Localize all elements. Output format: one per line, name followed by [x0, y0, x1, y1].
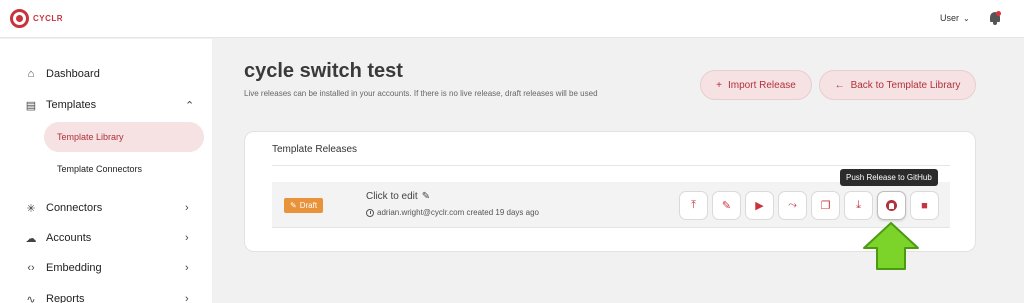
chevron-right-icon: › — [185, 262, 189, 274]
draft-badge-label: Draft — [299, 201, 318, 210]
run-release-button[interactable]: ▶ — [745, 191, 774, 220]
chevron-right-icon: › — [185, 293, 189, 303]
annotation-arrow-icon — [863, 222, 919, 270]
release-meta: adrian.wright@cyclr.com created 19 days … — [366, 208, 539, 217]
download-release-button[interactable]: ⤓ — [844, 191, 873, 220]
play-icon: ▶ — [755, 200, 764, 212]
cyclr-logo-icon — [10, 9, 29, 28]
logo-text: CYCLR — [33, 14, 64, 23]
trash-icon: ■ — [921, 199, 928, 212]
release-author: adrian.wright@cyclr.com created 19 days … — [377, 208, 539, 217]
chevron-right-icon: › — [185, 202, 189, 214]
sidebar-item-label: Templates — [46, 99, 97, 111]
sidebar-item-embedding[interactable]: ‹› Embedding › — [0, 256, 212, 280]
sidebar-item-template-library[interactable]: Template Library — [44, 122, 204, 152]
page-title: cycle switch test — [244, 60, 403, 82]
sidebar-item-label: Embedding — [46, 262, 102, 274]
back-button-label: Back to Template Library — [850, 79, 961, 91]
page-description: Live releases can be installed in your a… — [244, 89, 598, 98]
reports-icon: ∿ — [26, 293, 36, 303]
arrow-left-icon: ← — [834, 79, 845, 91]
release-name: Click to edit — [366, 191, 418, 202]
user-menu[interactable]: User ⌄ — [940, 13, 970, 23]
test-release-button[interactable]: ⤳ — [778, 191, 807, 220]
divider — [272, 165, 950, 166]
clock-icon — [366, 208, 374, 217]
sidebar-item-accounts[interactable]: ☁ Accounts › — [0, 226, 212, 250]
back-to-template-library-button[interactable]: ← Back to Template Library — [819, 70, 976, 100]
github-tooltip: Push Release to GitHub — [840, 169, 938, 186]
publish-icon: ⤒ — [691, 199, 696, 211]
github-icon — [886, 200, 897, 211]
sidebar-item-connectors[interactable]: ✳ Connectors › — [0, 196, 212, 220]
copy-release-button[interactable]: ❐ — [811, 191, 840, 220]
delete-release-button[interactable]: ■ — [910, 191, 939, 220]
notification-dot — [996, 11, 1001, 16]
sidebar: ⌂ Dashboard ▤ Templates ⌃ Template Libra… — [0, 39, 212, 303]
user-label: User — [940, 13, 960, 23]
draft-badge: ✎ Draft — [284, 198, 324, 213]
sidebar-item-templates[interactable]: ▤ Templates ⌃ — [0, 93, 212, 117]
sidebar-item-template-connectors[interactable]: Template Connectors — [44, 154, 204, 184]
test-icon: ⤳ — [788, 199, 797, 211]
code-icon: ‹› — [27, 262, 35, 274]
sidebar-item-label: Reports — [46, 293, 85, 303]
release-row: ✎ Draft Click to edit ✎ adrian.wright@cy… — [272, 182, 950, 228]
templates-icon: ▤ — [25, 99, 37, 112]
plus-icon: + — [716, 79, 723, 91]
publish-release-button[interactable]: ⤒ — [679, 191, 708, 220]
pencil-icon: ✎ — [290, 201, 297, 210]
chevron-up-icon: ⌃ — [185, 99, 195, 112]
sidebar-item-reports[interactable]: ∿ Reports › — [0, 287, 212, 303]
edit-release-button[interactable]: ✎ — [712, 191, 741, 220]
chevron-down-icon: ⌄ — [963, 13, 970, 23]
sidebar-item-label: Connectors — [46, 202, 103, 214]
top-bar: CYCLR User ⌄ — [0, 0, 1024, 38]
card-title: Template Releases — [272, 144, 358, 155]
download-icon: ⤓ — [856, 199, 861, 211]
copy-icon: ❐ — [820, 200, 831, 212]
pencil-icon: ✎ — [421, 191, 431, 202]
notification-bell-icon[interactable] — [989, 11, 1001, 25]
release-name-editable[interactable]: Click to edit ✎ — [366, 191, 430, 202]
push-release-to-github-button[interactable] — [877, 191, 906, 220]
cloud-icon: ☁ — [25, 232, 37, 245]
import-release-button[interactable]: + Import Release — [700, 70, 812, 100]
sidebar-item-label: Template Connectors — [57, 164, 143, 174]
sidebar-item-label: Template Library — [57, 132, 124, 142]
import-release-label: Import Release — [728, 79, 796, 91]
cyclr-logo[interactable]: CYCLR — [10, 9, 63, 28]
home-icon: ⌂ — [27, 68, 35, 80]
pencil-icon: ✎ — [721, 200, 732, 212]
connectors-icon: ✳ — [26, 202, 36, 215]
sidebar-item-label: Dashboard — [46, 68, 100, 80]
sidebar-item-dashboard[interactable]: ⌂ Dashboard — [0, 62, 212, 86]
chevron-right-icon: › — [185, 232, 189, 244]
sidebar-item-label: Accounts — [46, 232, 92, 244]
